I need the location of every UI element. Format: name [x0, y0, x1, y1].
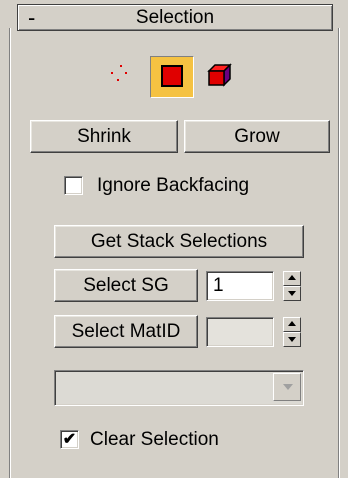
selection-panel: - Selection Shrink Grow Ignore Backfacin… — [0, 0, 348, 478]
element-cube-icon — [207, 63, 232, 87]
vertex-dots-icon — [111, 65, 127, 81]
clear-selection-checkbox[interactable]: ✔ — [60, 430, 79, 449]
face-mode-button[interactable] — [150, 56, 194, 98]
clear-selection-label[interactable]: Clear Selection — [90, 429, 219, 451]
ignore-backfacing-checkbox[interactable] — [64, 176, 83, 195]
checkmark-icon: ✔ — [62, 431, 77, 448]
spinner-up-arrow[interactable] — [283, 271, 301, 286]
smoothing-group-value: 1 — [213, 275, 224, 296]
arrow-down-icon — [288, 291, 296, 296]
material-id-spinner[interactable] — [283, 317, 301, 347]
rollout-title: Selection — [135, 7, 215, 28]
material-name-dropdown[interactable] — [54, 370, 304, 406]
vertex-mode-button[interactable] — [106, 59, 140, 93]
smoothing-group-input[interactable]: 1 — [206, 271, 274, 301]
face-square-icon — [161, 65, 183, 87]
smoothing-group-spinner[interactable] — [283, 271, 301, 301]
select-matid-button[interactable]: Select MatID — [54, 315, 198, 348]
select-sg-button[interactable]: Select SG — [54, 269, 198, 302]
chevron-down-icon — [283, 384, 293, 390]
ignore-backfacing-label[interactable]: Ignore Backfacing — [97, 175, 249, 197]
get-stack-selections-button[interactable]: Get Stack Selections — [54, 225, 304, 258]
spinner-down-arrow[interactable] — [283, 286, 301, 301]
spinner-up-arrow[interactable] — [283, 317, 301, 332]
arrow-up-icon — [288, 321, 296, 326]
dropdown-button[interactable] — [273, 373, 301, 401]
arrow-up-icon — [288, 275, 296, 280]
material-id-input[interactable] — [206, 317, 274, 347]
rollout-header-selection[interactable]: - Selection — [17, 4, 333, 31]
grow-button[interactable]: Grow — [184, 120, 330, 153]
element-mode-button[interactable] — [204, 59, 238, 93]
shrink-button[interactable]: Shrink — [30, 120, 178, 153]
spinner-down-arrow[interactable] — [283, 332, 301, 347]
arrow-down-icon — [288, 337, 296, 342]
